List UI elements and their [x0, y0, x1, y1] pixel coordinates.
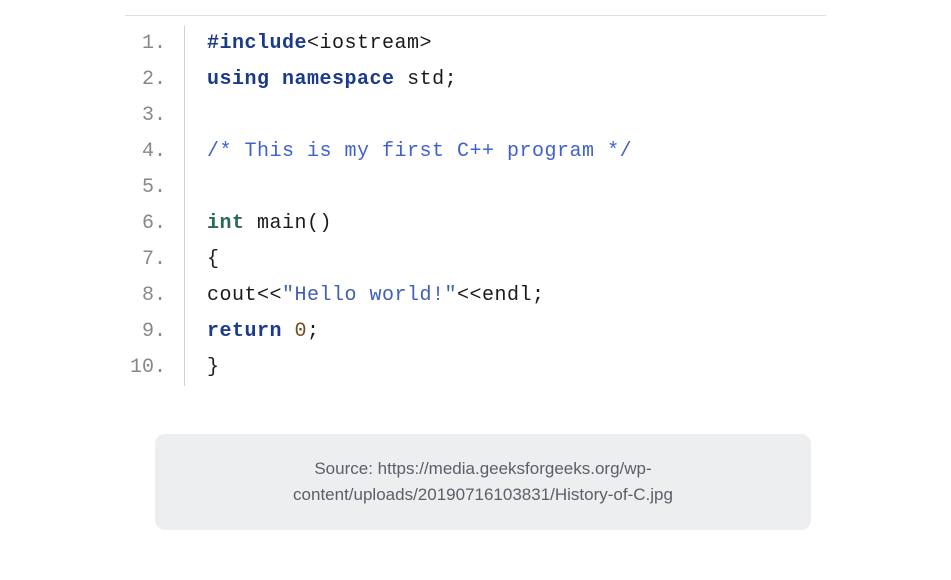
- code-line: return 0;: [207, 314, 632, 350]
- line-number: 6.: [142, 206, 166, 242]
- line-number: 5.: [142, 170, 166, 206]
- line-number: 9.: [142, 314, 166, 350]
- code-line: cout<<"Hello world!"<<endl;: [207, 278, 632, 314]
- line-number: 3.: [142, 98, 166, 134]
- code-line: int main(): [207, 206, 632, 242]
- source-text: Source: https://media.geeksforgeeks.org/…: [293, 459, 673, 504]
- code-line: [207, 98, 632, 134]
- line-number: 2.: [142, 62, 166, 98]
- line-number: 7.: [142, 242, 166, 278]
- code-content: #include<iostream>using namespace std; /…: [185, 26, 632, 386]
- line-number: 8.: [142, 278, 166, 314]
- code-block: 1.2.3.4.5.6.7.8.9.10. #include<iostream>…: [125, 15, 826, 386]
- code-line: {: [207, 242, 632, 278]
- code-line: [207, 170, 632, 206]
- code-line: }: [207, 350, 632, 386]
- line-number: 4.: [142, 134, 166, 170]
- line-number-gutter: 1.2.3.4.5.6.7.8.9.10.: [125, 26, 185, 386]
- code-line: /* This is my first C++ program */: [207, 134, 632, 170]
- line-number: 1.: [142, 26, 166, 62]
- code-line: #include<iostream>: [207, 26, 632, 62]
- line-number: 10.: [130, 350, 166, 386]
- code-line: using namespace std;: [207, 62, 632, 98]
- source-caption: Source: https://media.geeksforgeeks.org/…: [155, 434, 811, 530]
